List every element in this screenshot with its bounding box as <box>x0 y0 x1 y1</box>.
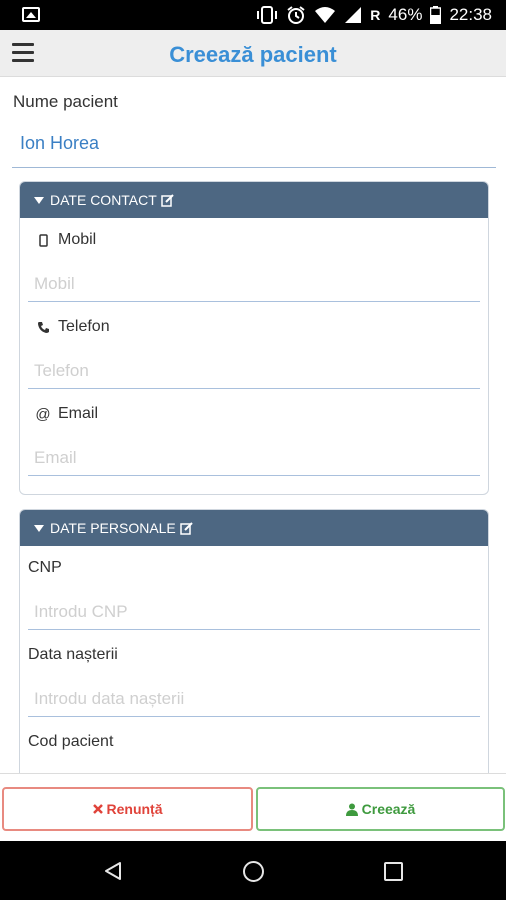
patient-name-underline <box>12 167 496 168</box>
image-icon <box>22 7 40 22</box>
system-nav-bar <box>0 841 506 900</box>
caret-down-icon <box>34 524 44 532</box>
edit-icon <box>180 521 193 535</box>
vibrate-icon <box>257 6 278 24</box>
personal-panel-title: DATE PERSONALE <box>50 520 176 536</box>
contact-panel: DATE CONTACT Mobil Telefon @ Email <box>19 181 489 495</box>
personal-panel: DATE PERSONALE CNP Data nașterii Cod pac… <box>19 509 489 773</box>
cancel-label: Renunță <box>106 801 163 817</box>
home-icon[interactable] <box>243 861 264 882</box>
user-icon <box>345 803 358 816</box>
status-icons: R 46% 22:38 <box>256 5 492 25</box>
page-title: Creează pacient <box>169 42 337 67</box>
cnp-label: CNP <box>28 559 62 576</box>
birthdate-label: Data nașterii <box>28 646 118 663</box>
caret-down-icon <box>34 196 44 204</box>
alarm-icon <box>287 6 305 24</box>
edit-icon <box>161 193 174 207</box>
back-icon[interactable] <box>104 861 122 881</box>
phone-label: Telefon <box>58 318 110 335</box>
patient-code-field: Cod pacient <box>20 720 488 773</box>
mobile-field: Mobil <box>20 218 488 305</box>
patient-code-label: Cod pacient <box>28 733 114 750</box>
phone-input[interactable] <box>28 353 480 389</box>
cancel-button[interactable]: Renunță <box>2 787 253 831</box>
contact-panel-header[interactable]: DATE CONTACT <box>20 182 488 218</box>
action-bar: Renunță Creează <box>0 773 506 842</box>
cnp-field: CNP <box>20 546 488 633</box>
phone-icon <box>36 321 50 334</box>
mobile-label: Mobil <box>58 231 97 248</box>
personal-panel-header[interactable]: DATE PERSONALE <box>20 510 488 546</box>
mobile-icon <box>36 233 50 247</box>
email-field: @ Email <box>20 392 488 479</box>
signal-icon <box>345 7 362 23</box>
battery-icon <box>430 6 442 24</box>
create-label: Creează <box>361 801 416 817</box>
mobile-input[interactable] <box>28 266 480 302</box>
carrier-letter: R <box>370 7 381 23</box>
wifi-icon <box>315 7 336 23</box>
cnp-input[interactable] <box>28 594 480 630</box>
close-icon <box>92 804 103 814</box>
at-icon: @ <box>35 405 51 423</box>
phone-field: Telefon <box>20 305 488 392</box>
birthdate-field: Data nașterii <box>20 633 488 720</box>
create-button[interactable]: Creează <box>256 787 505 831</box>
form-content: Nume pacient Ion Horea DATE CONTACT Mobi… <box>0 77 506 773</box>
birthdate-input[interactable] <box>28 681 480 717</box>
app-bar: Creează pacient <box>0 30 506 77</box>
contact-panel-title: DATE CONTACT <box>50 192 157 208</box>
recent-apps-icon[interactable] <box>384 862 403 881</box>
patient-name-input[interactable]: Ion Horea <box>20 133 99 154</box>
status-bar: R 46% 22:38 <box>0 0 506 30</box>
clock: 22:38 <box>449 5 492 24</box>
battery-percent: 46% <box>388 5 423 24</box>
email-label: Email <box>58 405 99 422</box>
email-input[interactable] <box>28 440 480 476</box>
patient-name-label: Nume pacient <box>13 92 118 111</box>
